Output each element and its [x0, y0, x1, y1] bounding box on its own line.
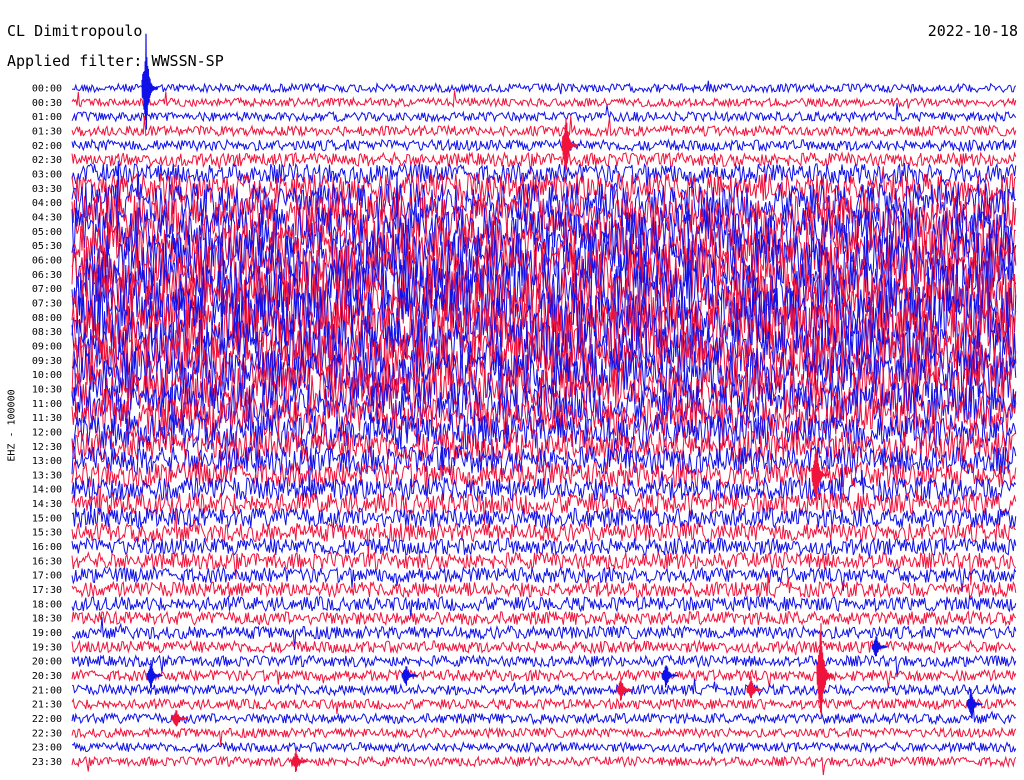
- time-label: 08:00: [32, 313, 62, 324]
- time-label: 06:30: [32, 270, 62, 281]
- time-label: 10:00: [32, 370, 62, 381]
- event-burst: [401, 666, 418, 686]
- time-label: 01:30: [32, 126, 62, 137]
- event-burst: [171, 710, 188, 727]
- time-label: 11:00: [32, 399, 62, 410]
- trace-line: [71, 138, 1017, 153]
- trace-line: [71, 536, 1017, 559]
- time-label: 10:30: [32, 384, 62, 395]
- time-label: 17:30: [32, 585, 62, 596]
- time-label: 18:00: [32, 599, 62, 610]
- trace-line: [71, 678, 1017, 697]
- trace-line: [71, 506, 1017, 530]
- time-label: 19:00: [32, 628, 62, 639]
- time-label: 23:30: [32, 757, 62, 768]
- trace-line: [71, 509, 1017, 558]
- time-label: 05:00: [32, 227, 62, 238]
- time-label: 09:30: [32, 356, 62, 367]
- time-label: 13:00: [32, 456, 62, 467]
- time-label: 06:00: [32, 255, 62, 266]
- time-label-group: 00:00 00:30 01:00 01:30 02:00 02:30 03:00 03:30…: [32, 84, 62, 769]
- event-burst: [871, 636, 888, 657]
- time-label: 16:30: [32, 556, 62, 567]
- time-label: 22:00: [32, 714, 62, 725]
- time-label: 14:30: [32, 499, 62, 510]
- time-label: 00:00: [32, 84, 62, 95]
- time-label: 19:30: [32, 642, 62, 653]
- time-label: 04:00: [32, 198, 62, 209]
- time-label: 12:30: [32, 442, 62, 453]
- time-label: 22:30: [32, 728, 62, 739]
- time-label: 20:00: [32, 657, 62, 668]
- time-label: 15:00: [32, 513, 62, 524]
- trace-line: [71, 102, 1017, 124]
- trace-line: [71, 609, 1017, 627]
- helicorder-plot: 00:00 00:30 01:00 01:30 02:00 02:30 03:00 03:30…: [32, 33, 1017, 776]
- trace-line: [71, 726, 1017, 746]
- time-label: 09:00: [32, 341, 62, 352]
- time-label: 02:30: [32, 155, 62, 166]
- event-burst: [616, 677, 633, 701]
- trace-line: [71, 706, 1016, 726]
- time-label: 17:00: [32, 571, 62, 582]
- time-label: 08:30: [32, 327, 62, 338]
- time-label: 03:00: [32, 169, 62, 180]
- time-label: 15:30: [32, 528, 62, 539]
- time-label: 05:30: [32, 241, 62, 252]
- time-label: 14:00: [32, 485, 62, 496]
- time-label: 18:30: [32, 614, 62, 625]
- trace-group: [71, 33, 1017, 776]
- trace-line: [71, 740, 1017, 754]
- time-label: 21:30: [32, 700, 62, 711]
- event-burst: [661, 665, 678, 688]
- trace-line: [71, 90, 1017, 109]
- event-burst: [966, 688, 983, 717]
- time-label: 02:00: [32, 141, 62, 152]
- time-label: 00:30: [32, 98, 62, 109]
- time-label: 07:00: [32, 284, 62, 295]
- time-label: 12:00: [32, 427, 62, 438]
- trace-line: [71, 80, 1017, 95]
- time-label: 13:30: [32, 470, 62, 481]
- helicorder-page: CL Dimitropoulo Applied filter: WWSSN-SP…: [0, 0, 1024, 780]
- time-label: 04:30: [32, 212, 62, 223]
- time-label: 07:30: [32, 298, 62, 309]
- trace-line: [71, 697, 1017, 715]
- time-label: 16:00: [32, 542, 62, 553]
- time-label: 03:30: [32, 184, 62, 195]
- event-burst: [291, 750, 308, 773]
- time-label: 23:00: [32, 743, 62, 754]
- trace-line: [71, 755, 1017, 776]
- trace-line: [71, 668, 1017, 688]
- time-label: 01:00: [32, 112, 62, 123]
- time-label: 21:00: [32, 685, 62, 696]
- time-label: 20:30: [32, 671, 62, 682]
- time-label: 11:30: [32, 413, 62, 424]
